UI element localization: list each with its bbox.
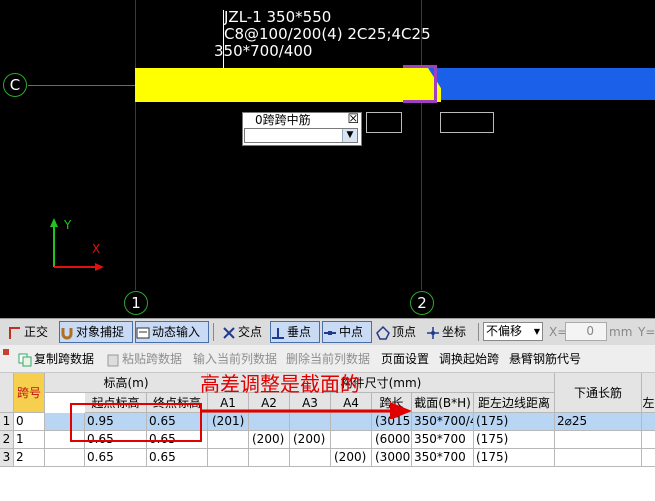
perpendicular-icon: [272, 327, 284, 339]
grip-icon: [3, 349, 9, 355]
cell-a3[interactable]: (200): [290, 431, 331, 449]
dynamic-input-icon: [136, 327, 150, 338]
x-unit: mm: [609, 325, 633, 339]
dynamic-input-button[interactable]: 动态输入: [135, 321, 209, 343]
paste-span-button[interactable]: 粘贴跨数据: [106, 350, 182, 368]
highlight-box: [70, 403, 202, 442]
table-corner: [0, 373, 14, 413]
cell-span-length[interactable]: (6000): [372, 431, 412, 449]
cell-span[interactable]: 1: [14, 431, 45, 449]
coordinate-button[interactable]: 坐标: [426, 322, 466, 342]
grid-bubble-2[interactable]: 2: [410, 291, 434, 315]
offset-mode-select[interactable]: 不偏移 ▼: [483, 322, 543, 341]
cell-a4[interactable]: (200): [331, 449, 372, 467]
header-dist-left: 距左边线距离: [474, 393, 555, 413]
object-snap-button[interactable]: 对象捕捉: [59, 321, 133, 343]
grid-line-2: [421, 0, 422, 290]
ucs-y-label: Y: [64, 218, 72, 232]
coordinate-icon: [427, 326, 439, 339]
row-index[interactable]: 2: [0, 431, 14, 449]
inline-input-left[interactable]: [366, 112, 402, 133]
perpendicular-button[interactable]: 垂点: [270, 321, 320, 343]
snap-toolbar: 正交 对象捕捉 动态输入 交点 垂点 中点 顶点 坐标 不偏移 ▼ X= 0 m…: [0, 318, 655, 346]
cell-bottom-rebar[interactable]: [555, 431, 642, 449]
cell-bottom-rebar[interactable]: [555, 449, 642, 467]
grid-bubble-1[interactable]: 1: [124, 291, 148, 315]
cell-section[interactable]: 350*700: [412, 449, 474, 467]
ortho-icon: [9, 326, 20, 339]
adjust-start-span-button[interactable]: 调换起始跨: [439, 350, 499, 368]
midpoint-icon: [324, 330, 336, 335]
copy-span-button[interactable]: 复制跨数据: [18, 350, 94, 368]
beam-label-line3: 350*700/400: [214, 42, 313, 60]
toolbar-separator: [213, 323, 214, 341]
delete-column-button[interactable]: 删除当前列数据: [286, 350, 370, 368]
ucs-x-label: X: [92, 242, 101, 256]
cell-start-elev[interactable]: 0.65: [85, 449, 147, 467]
cell-section[interactable]: 350*700/4: [412, 413, 474, 431]
cell-a2[interactable]: [249, 449, 290, 467]
beam-label-line2: C8@100/200(4) 2C25;4C25: [224, 25, 431, 43]
header-section: 截面(B*H): [412, 393, 474, 413]
cell-blank[interactable]: [45, 449, 85, 467]
header-span-no: 跨号: [14, 373, 45, 413]
intersection-button[interactable]: 交点: [222, 322, 262, 342]
row-index[interactable]: 3: [0, 449, 14, 467]
cell-left[interactable]: [642, 413, 655, 431]
cell-a1[interactable]: [208, 449, 249, 467]
cell-a4[interactable]: [331, 431, 372, 449]
header-left: 左: [642, 373, 655, 413]
cad-canvas[interactable]: C 1 2 JZL-1 350*550 C8@100/200(4) 2C25;4…: [0, 0, 655, 318]
cell-dist-left[interactable]: (175): [474, 413, 555, 431]
inline-input-right[interactable]: [440, 112, 494, 133]
cell-a1[interactable]: [208, 431, 249, 449]
vertex-icon: [376, 325, 390, 340]
rebar-popup[interactable]: 0跨跨中筋 ☒ ▼: [242, 112, 362, 146]
annotation-arrow-icon: [202, 402, 412, 419]
chevron-down-icon[interactable]: ▼: [342, 129, 357, 142]
cell-dist-left[interactable]: (175): [474, 431, 555, 449]
copy-icon: [18, 353, 32, 366]
cell-section[interactable]: 350*700: [412, 431, 474, 449]
cell-span-length[interactable]: (3000): [372, 449, 412, 467]
cell-a3[interactable]: [290, 449, 331, 467]
cell-bottom-rebar[interactable]: 2⌀25: [555, 413, 642, 431]
paste-icon: [107, 354, 119, 366]
popup-dropdown[interactable]: ▼: [244, 128, 358, 143]
snap-magnet-icon: [61, 327, 73, 339]
popup-title: 0跨跨中筋: [255, 113, 311, 127]
cell-left[interactable]: [642, 449, 655, 467]
cantilever-code-button[interactable]: 悬臂钢筋代号: [509, 350, 581, 368]
page-setup-button[interactable]: 页面设置: [381, 350, 429, 368]
header-elevation: 标高(m): [45, 373, 208, 393]
popup-close-icon[interactable]: ☒: [347, 113, 359, 127]
cell-dist-left[interactable]: (175): [474, 449, 555, 467]
chevron-down-icon: ▼: [533, 327, 540, 336]
cell-span[interactable]: 2: [14, 449, 45, 467]
command-toolbar: 复制跨数据 粘贴跨数据 输入当前列数据 删除当前列数据 页面设置 调换起始跨 悬…: [0, 345, 655, 373]
ortho-button[interactable]: 正交: [8, 322, 48, 342]
x-input[interactable]: 0: [565, 322, 607, 341]
cell-left[interactable]: [642, 431, 655, 449]
vertex-button[interactable]: 顶点: [376, 322, 416, 342]
midpoint-button[interactable]: 中点: [322, 321, 372, 343]
row-index[interactable]: 1: [0, 413, 14, 431]
y-label: Y=: [638, 325, 655, 339]
annotation-text: 高差调整是截面的: [200, 372, 360, 396]
beam-label-line1: JZL-1 350*550: [224, 8, 332, 26]
cell-a2[interactable]: (200): [249, 431, 290, 449]
toolbar-separator: [478, 323, 479, 341]
intersection-icon: [223, 326, 235, 339]
cell-end-elev[interactable]: 0.65: [147, 449, 208, 467]
input-column-button[interactable]: 输入当前列数据: [193, 350, 277, 368]
cell-span[interactable]: 0: [14, 413, 45, 431]
grid-line-1: [135, 0, 136, 290]
header-bottom-rebar: 下通长筋: [555, 373, 642, 413]
beam-graphic[interactable]: [0, 60, 655, 110]
